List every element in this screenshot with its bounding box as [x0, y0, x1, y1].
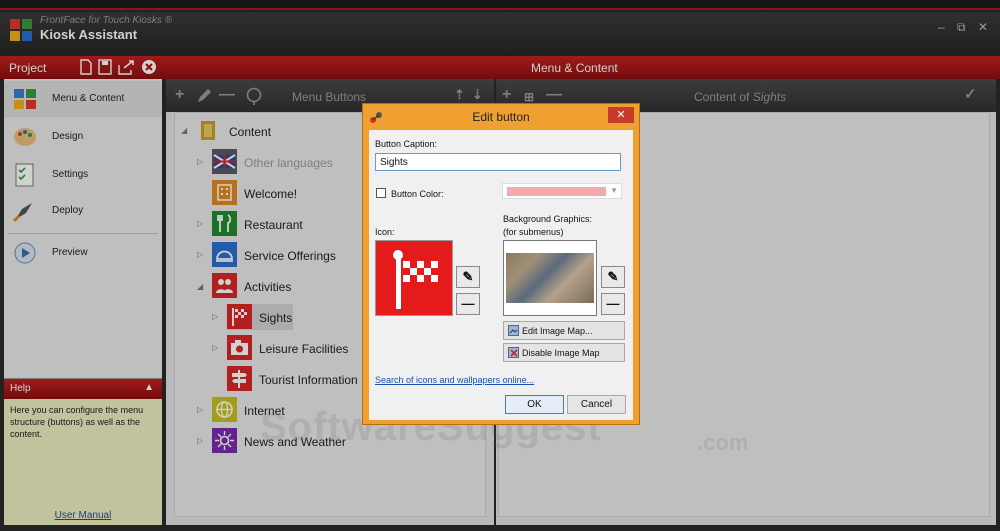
- background-sublabel: (for submenus): [503, 227, 564, 237]
- remove-background-button[interactable]: —: [601, 293, 625, 315]
- edit-button-dialog: Edit button ✕ Button Caption: Sights But…: [362, 103, 640, 425]
- checkered-flag-icon: [393, 250, 438, 309]
- background-preview[interactable]: [503, 240, 597, 316]
- background-image: [506, 253, 594, 303]
- edit-icon-button[interactable]: ✎: [456, 266, 480, 288]
- color-swatch: [507, 187, 606, 196]
- background-label: Background Graphics:: [503, 214, 593, 224]
- edit-background-button[interactable]: ✎: [601, 266, 625, 288]
- app-window: FrontFace for Touch Kiosks ® Kiosk Assis…: [0, 0, 1000, 531]
- image-map-icon: [508, 325, 519, 336]
- remove-icon-button[interactable]: —: [456, 293, 480, 315]
- disable-image-map-label: Disable Image Map: [522, 348, 600, 358]
- edit-image-map-label: Edit Image Map...: [522, 326, 593, 336]
- dialog-title: Edit button: [472, 110, 530, 124]
- search-icons-link[interactable]: Search of icons and wallpapers online...: [375, 375, 534, 385]
- ok-button[interactable]: OK: [505, 395, 564, 414]
- button-color-checkbox[interactable]: [376, 188, 386, 198]
- color-dropdown[interactable]: ▼: [502, 183, 622, 199]
- dialog-body: Button Caption: Sights Button Color: ▼ I…: [369, 130, 633, 420]
- caption-input[interactable]: Sights: [375, 153, 621, 171]
- caption-label: Button Caption:: [375, 139, 438, 149]
- disable-image-map-button[interactable]: Disable Image Map: [503, 343, 625, 362]
- chevron-down-icon: ▼: [610, 186, 618, 195]
- icon-label: Icon:: [375, 227, 395, 237]
- icon-preview[interactable]: [375, 240, 453, 316]
- cancel-button[interactable]: Cancel: [567, 395, 626, 414]
- edit-image-map-button[interactable]: Edit Image Map...: [503, 321, 625, 340]
- dialog-close-button[interactable]: ✕: [608, 107, 634, 123]
- color-label: Button Color:: [391, 189, 444, 199]
- disable-map-icon: [508, 347, 519, 358]
